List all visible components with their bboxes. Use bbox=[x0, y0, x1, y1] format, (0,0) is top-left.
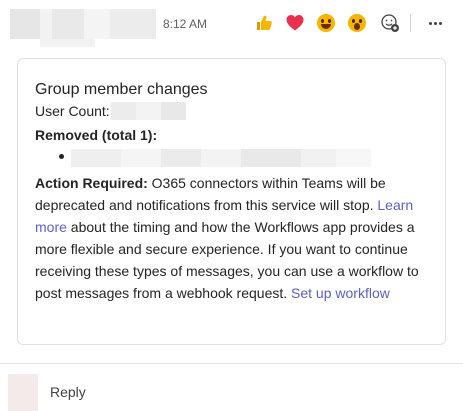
action-required-label: Action Required: bbox=[35, 175, 148, 191]
heart-icon bbox=[286, 15, 304, 31]
surprised-reaction-button[interactable] bbox=[343, 9, 371, 37]
removed-member-redacted bbox=[71, 149, 371, 167]
sender-name-redacted bbox=[10, 9, 156, 39]
more-options-button[interactable] bbox=[421, 9, 449, 37]
set-up-workflow-link[interactable]: Set up workflow bbox=[291, 285, 390, 301]
more-options-icon bbox=[428, 21, 442, 25]
add-reaction-icon bbox=[381, 14, 399, 32]
laugh-reaction-button[interactable] bbox=[312, 9, 340, 37]
reaction-bar bbox=[250, 8, 449, 38]
add-reaction-button[interactable] bbox=[376, 9, 404, 37]
bullet-dot bbox=[59, 154, 64, 159]
card-body: Group member changes User Count: Removed… bbox=[35, 80, 435, 304]
adaptive-card: Group member changes User Count: Removed… bbox=[17, 58, 446, 345]
removed-member-item bbox=[35, 149, 435, 171]
reply-button[interactable]: Reply bbox=[50, 384, 86, 400]
user-count-value-redacted bbox=[110, 102, 186, 120]
reply-divider bbox=[0, 363, 463, 364]
user-count-row: User Count: bbox=[35, 101, 435, 121]
laugh-icon bbox=[317, 14, 335, 32]
heart-reaction-button[interactable] bbox=[281, 9, 309, 37]
removed-heading: Removed (total 1): bbox=[35, 127, 158, 143]
avatar bbox=[8, 374, 38, 411]
like-icon bbox=[257, 15, 272, 30]
user-count-label: User Count: bbox=[35, 103, 110, 119]
sender-name-redacted-fragment bbox=[40, 39, 95, 47]
surprised-icon bbox=[348, 14, 366, 32]
message-header: 8:12 AM bbox=[0, 0, 463, 47]
action-required-notice: Action Required: O365 connectors within … bbox=[35, 172, 435, 304]
message-timestamp: 8:12 AM bbox=[163, 17, 208, 31]
card-title: Group member changes bbox=[35, 81, 208, 98]
like-reaction-button[interactable] bbox=[250, 9, 278, 37]
toolbar-divider bbox=[410, 14, 411, 32]
